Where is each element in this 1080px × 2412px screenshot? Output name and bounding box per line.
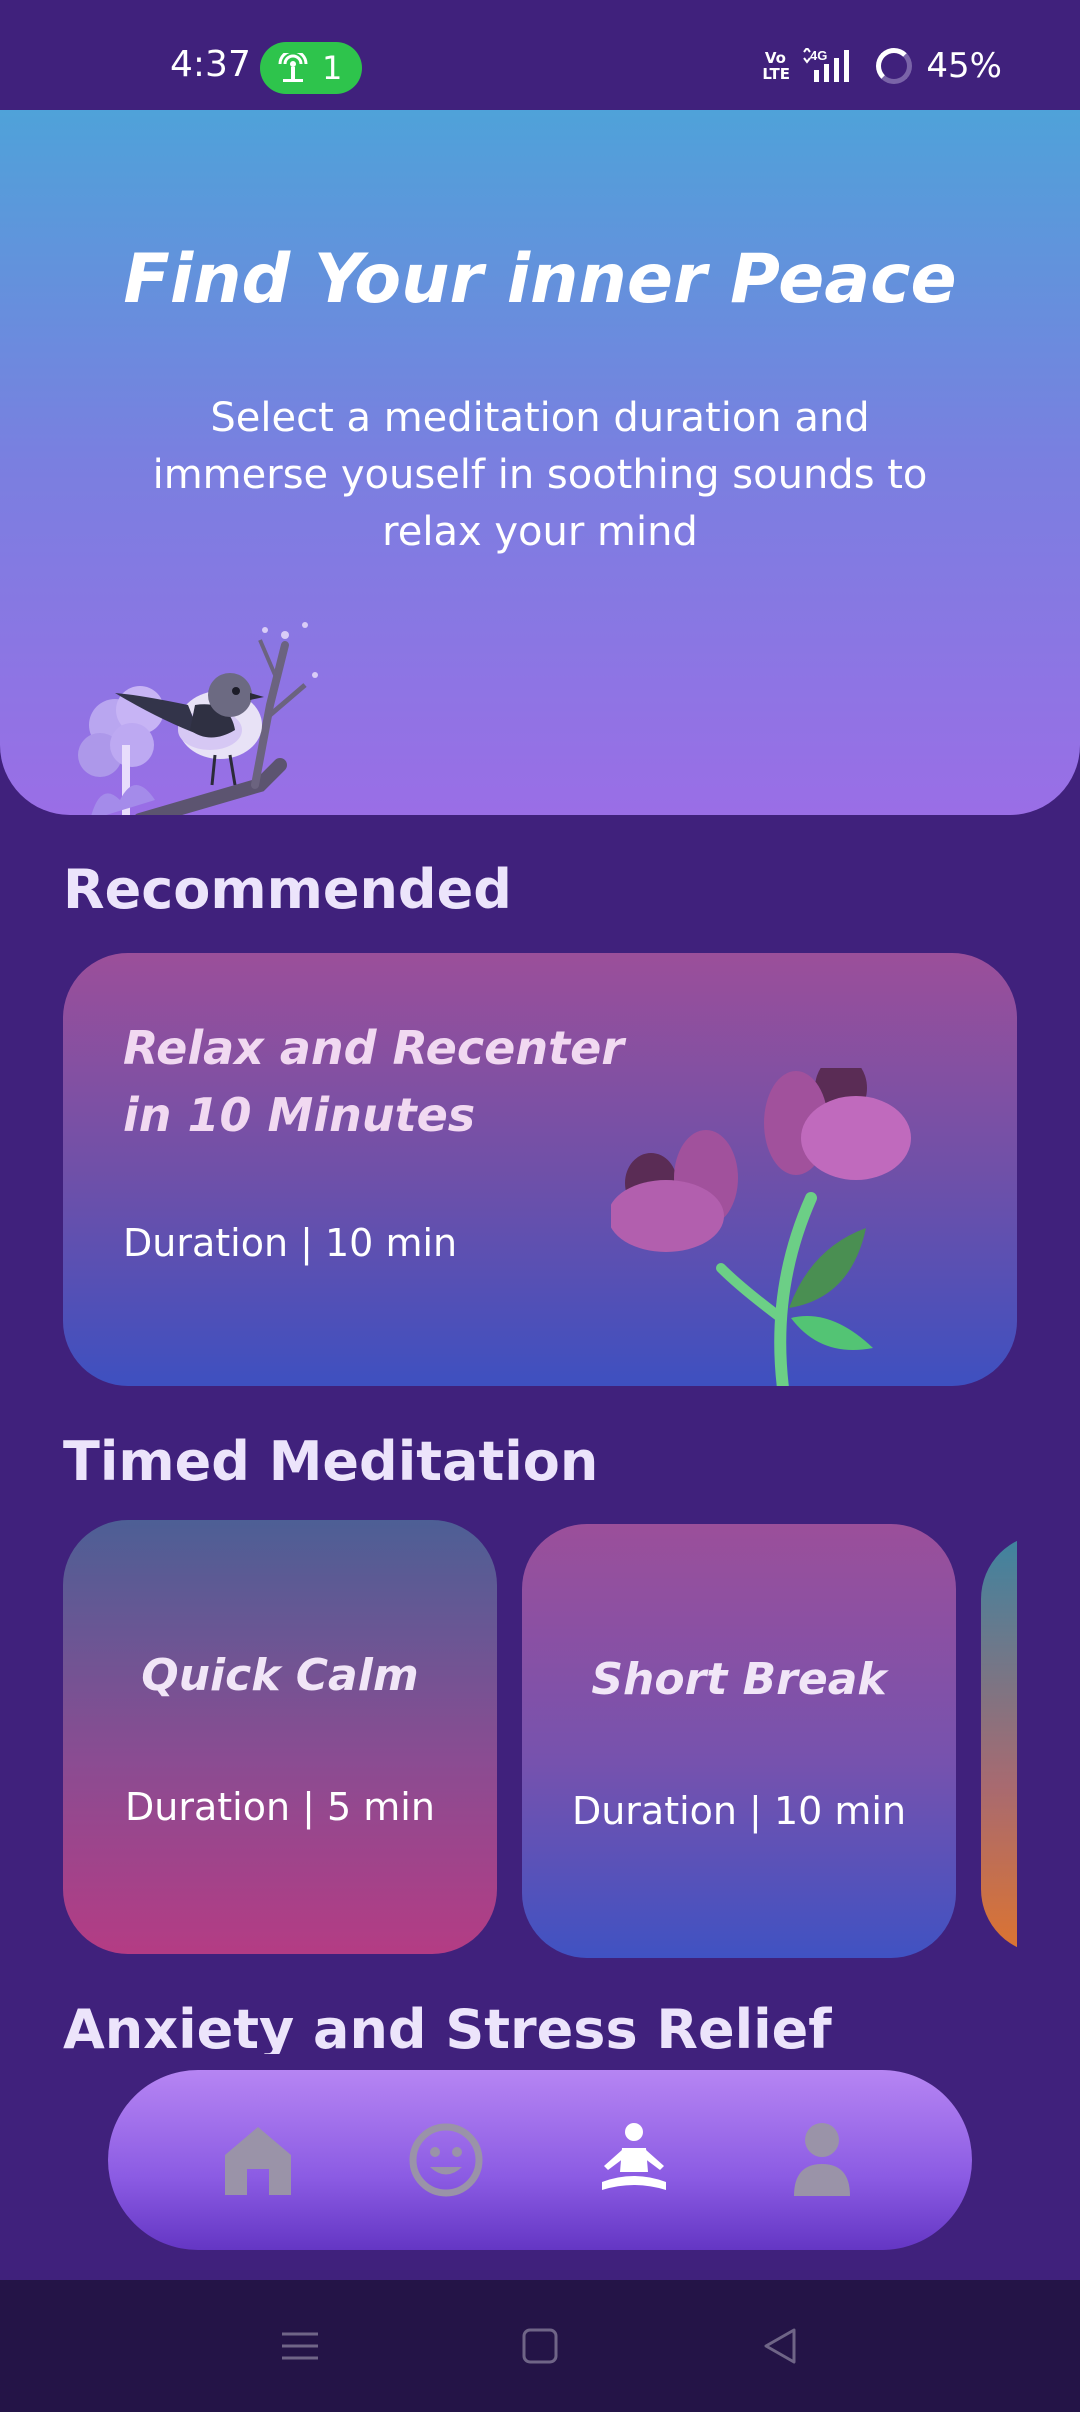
status-icons: Vo LTE 4G 45% bbox=[762, 46, 1002, 86]
nav-home[interactable] bbox=[218, 2120, 298, 2200]
timed-meditation-heading: Timed Meditation bbox=[63, 1430, 599, 1493]
timed-card-partial[interactable] bbox=[981, 1534, 1017, 1954]
back-icon[interactable] bbox=[760, 2326, 800, 2366]
hotspot-count: 1 bbox=[322, 49, 343, 87]
bottom-navigation bbox=[108, 2070, 972, 2250]
system-navigation-bar bbox=[0, 2280, 1080, 2412]
bird-illustration bbox=[78, 622, 318, 815]
volte-icon: Vo LTE bbox=[762, 49, 790, 83]
recommended-card-duration: Duration | 10 min bbox=[123, 1221, 458, 1265]
hotspot-indicator[interactable]: 1 bbox=[260, 42, 362, 94]
recommended-heading: Recommended bbox=[63, 858, 512, 921]
meditation-icon bbox=[602, 2123, 666, 2190]
timed-card-quick-calm[interactable]: Quick Calm Duration | 5 min bbox=[63, 1520, 497, 1954]
nav-mood[interactable] bbox=[406, 2120, 486, 2200]
hotspot-icon bbox=[278, 53, 308, 82]
menu-icon[interactable] bbox=[280, 2326, 320, 2366]
timed-meditation-carousel[interactable]: Quick Calm Duration | 5 min Short Break … bbox=[63, 1520, 1017, 1960]
svg-text:4G: 4G bbox=[810, 48, 827, 63]
timed-card-duration: Duration | 5 min bbox=[125, 1785, 435, 1829]
anxiety-stress-heading: Anxiety and Stress Relief bbox=[63, 1998, 832, 2054]
recommended-card[interactable]: Relax and Recenter in 10 Minutes Duratio… bbox=[63, 953, 1017, 1386]
nav-profile[interactable] bbox=[782, 2120, 862, 2200]
home-square-icon[interactable] bbox=[520, 2326, 560, 2366]
flower-illustration bbox=[611, 1068, 911, 1386]
profile-icon bbox=[794, 2123, 850, 2196]
smile-icon bbox=[409, 2123, 483, 2197]
status-time: 4:37 bbox=[170, 44, 251, 85]
signal-icon: 4G bbox=[803, 48, 850, 82]
timed-card-title: Short Break bbox=[591, 1654, 887, 1705]
timed-card-duration: Duration | 10 min bbox=[571, 1789, 907, 1833]
status-bar: 4:37 1 Vo LTE 4G 45% bbox=[0, 0, 1080, 110]
hero-subtitle: Select a meditation duration and immerse… bbox=[152, 395, 928, 555]
battery-icon bbox=[876, 48, 913, 84]
timed-card-short-break[interactable]: Short Break Duration | 10 min bbox=[522, 1524, 956, 1958]
nav-meditate[interactable] bbox=[594, 2120, 674, 2200]
timed-card-title: Quick Calm bbox=[141, 1650, 419, 1701]
hero-title: Find Your inner Peace bbox=[123, 240, 957, 319]
home-icon bbox=[225, 2127, 291, 2195]
recommended-card-title: Relax and Recenter in 10 Minutes bbox=[123, 1021, 624, 1142]
hero-banner: Find Your inner Peace Select a meditatio… bbox=[0, 110, 1080, 815]
battery-percent: 45% bbox=[926, 46, 1002, 86]
